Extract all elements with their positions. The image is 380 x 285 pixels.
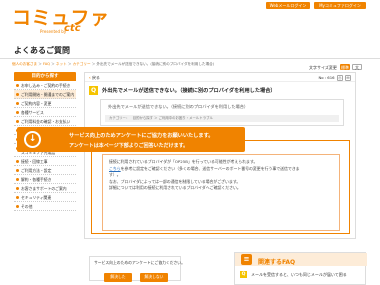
back-link[interactable]: ‹ 戻る xyxy=(89,75,100,81)
sidebar-item-usage[interactable]: ご利用方法・設定 xyxy=(14,166,76,175)
sidebar-item-label: セキュリティ関連 xyxy=(21,195,52,200)
bullet-icon xyxy=(16,169,19,172)
related-faq-item[interactable]: Q メールを受信すると、いつも同じメールが届いて困る xyxy=(240,271,364,283)
bullet-icon xyxy=(16,111,19,114)
sidebar-item-label: お申し込み・ご契約の手続き xyxy=(21,83,71,88)
sidebar-item-billing[interactable]: ご利用料金の確認・お支払い xyxy=(14,117,76,126)
sidebar-item-cancellation[interactable]: 解約・各種手続き xyxy=(14,175,76,184)
sidebar-item-security[interactable]: セキュリティ関連 xyxy=(14,193,76,202)
mail-icon[interactable]: ✉ xyxy=(345,75,351,81)
chevron-left-icon: ‹ xyxy=(89,75,91,80)
sidebar-item-label: 接続・回線工事 xyxy=(21,159,48,164)
bullet-icon xyxy=(16,178,19,181)
related-faq-title: 関連するFAQ xyxy=(258,259,296,266)
sidebar-item-label: 解約・各種手続き xyxy=(21,177,52,182)
panel-toolbar: ‹ 戻る No : 616 ⎙ ✉ xyxy=(85,73,355,82)
survey-line-2: アンケートは本ページ下部よりご回答いただけます。 xyxy=(69,143,189,149)
reference-link[interactable]: こちら xyxy=(109,166,121,171)
breadcrumb: 個人のお客さま ＞ FAQ ＞ ネット ＞ カテゴリー ＞ 外出先でメールが送信… xyxy=(12,62,215,66)
bullet-icon xyxy=(16,120,19,123)
answer-line: なお、プロバイダによっては一部の通信を制限している場合がございます。 xyxy=(109,178,241,184)
logo-presented-by: Presented by xyxy=(40,29,67,34)
page-title: よくあるご質問 xyxy=(14,46,70,55)
breadcrumb-current: 外出先でメールが送信できない。(接続に別のプロバイダを利用した場合) xyxy=(96,62,215,66)
breadcrumb-item[interactable]: 個人のお客さま xyxy=(12,62,37,66)
bullet-icon xyxy=(16,93,19,96)
feedback-prompt: サービス向上のためのアンケートにご協力ください。 xyxy=(94,260,185,265)
sidebar-item-services[interactable]: 各種サービス xyxy=(14,108,76,117)
bullet-icon xyxy=(16,187,19,190)
answer-box: 接続に利用されているプロバイダが「OP25B」を行っている可能性が考えられます。… xyxy=(102,154,340,231)
question-title: 外出先でメールが送信できない。（接続に別のプロバイダを利用した場合） xyxy=(102,88,276,94)
breadcrumb-item[interactable]: FAQ xyxy=(43,62,50,66)
logo-wordmark: コミュファ xyxy=(12,7,110,29)
header-divider xyxy=(0,58,380,59)
sidebar-item-label: ご利用料金の確認・お支払い xyxy=(21,119,71,124)
question-category: カテゴリー： 目的から探す ＞ ご利用中のお困り・メールトラブル xyxy=(105,115,339,122)
answer-line: 接続に利用されているプロバイダが「OP25B」を行っている可能性が考えられます。 xyxy=(109,159,258,164)
sidebar-item-support[interactable]: お客さまサポートのご案内 xyxy=(14,184,76,193)
question-body: 外出先でメールが送信できない。（接続に別のプロバイダを利用した場合） xyxy=(108,104,249,109)
breadcrumb-item[interactable]: ネット xyxy=(56,62,67,66)
survey-banner[interactable]: ↓ サービス向上のためアンケートにご協力をお願いいたします。 アンケートは本ペー… xyxy=(17,127,245,152)
sidebar-item-label: ご契約内容・変更 xyxy=(21,101,52,106)
survey-line-1: サービス向上のためアンケートにご協力をお願いいたします。 xyxy=(69,133,214,139)
sidebar-heading: 目的から探す xyxy=(14,72,76,81)
question-marker-icon: Q xyxy=(89,86,98,95)
answer-line-text: を参考に設定をご確認ください（多くの場合、送信サーバーのポート番号の変更を行う事… xyxy=(120,165,300,171)
bullet-icon xyxy=(16,196,19,199)
font-size-large-button[interactable]: 大 xyxy=(352,64,362,70)
resolved-button[interactable]: 解決した xyxy=(104,273,132,282)
ctc-logo: ctc xyxy=(64,23,81,34)
sidebar-item-label: ご利用開始・開通までのご案内 xyxy=(21,92,75,97)
question-marker-icon: Q xyxy=(240,271,247,278)
bullet-icon xyxy=(16,205,19,208)
related-faq-panel: ≡ 関連するFAQ Q メールを受信すると、いつも同じメールが届いて困る xyxy=(234,252,367,285)
arrow-down-icon: ↓ xyxy=(24,131,41,148)
font-size-normal-button[interactable]: 標準 xyxy=(340,64,350,70)
faq-number: No : 616 xyxy=(318,75,335,80)
answer-block: A 接続に利用されているプロバイダが「OP25B」を行っている可能性が考えられま… xyxy=(91,140,350,234)
bullet-icon xyxy=(16,102,19,105)
faq-detail-panel: ‹ 戻る No : 616 ⎙ ✉ Q 外出先でメールが送信できない。（接続に別… xyxy=(84,72,356,239)
related-faq-header: ≡ 関連するFAQ xyxy=(235,253,367,266)
sidebar-item-application[interactable]: お申し込み・ご契約の手続き xyxy=(14,81,76,90)
print-icon[interactable]: ⎙ xyxy=(336,75,343,81)
my-commufa-login-button[interactable]: Myコミュファログイン xyxy=(314,2,366,9)
sidebar-item-label: ご利用方法・設定 xyxy=(21,168,52,173)
answer-line: 詳細については利用の接続に利用されているプロバイダへご確認ください。 xyxy=(109,185,241,191)
bullet-icon xyxy=(16,84,19,87)
site-header: コミュファ Presented by ctc Webメールログイン Myコミュフ… xyxy=(0,0,380,40)
font-size-label: 文字サイズ変更 xyxy=(309,65,337,70)
related-faq-text: メールを受信すると、いつも同じメールが届いて困る xyxy=(251,272,347,277)
back-label: 戻る xyxy=(91,75,100,80)
answer-line: す）。 xyxy=(109,172,121,178)
sidebar-item-other[interactable]: その他 xyxy=(14,202,76,211)
webmail-login-button[interactable]: Webメールログイン xyxy=(266,2,310,9)
sidebar-item-label: お客さまサポートのご案内 xyxy=(21,186,67,191)
feedback-box: サービス向上のためのアンケートにご協力ください。 解決した 解決しない xyxy=(89,256,185,282)
bullet-icon xyxy=(16,160,19,163)
commufa-logo[interactable]: コミュファ Presented by ctc xyxy=(12,7,110,35)
sidebar-item-getting-started[interactable]: ご利用開始・開通までのご案内 xyxy=(14,90,76,99)
sidebar-item-label: 各種サービス xyxy=(21,110,44,115)
breadcrumb-item[interactable]: カテゴリー xyxy=(73,62,91,66)
answer-line: こちらを参考に設定をご確認ください（多くの場合、送信サーバーのポート番号の変更を… xyxy=(109,166,300,173)
sidebar-item-connection[interactable]: 接続・回線工事 xyxy=(14,157,76,166)
not-resolved-button[interactable]: 解決しない xyxy=(140,273,168,282)
faq-meta: No : 616 ⎙ ✉ xyxy=(318,75,351,81)
answer-text: 接続に利用されているプロバイダが「OP25B」を行っている可能性が考えられます。… xyxy=(109,159,300,192)
document-icon: ≡ xyxy=(241,254,252,265)
sidebar-item-contract[interactable]: ご契約内容・変更 xyxy=(14,99,76,108)
question-box: 外出先でメールが送信できない。（接続に別のプロバイダを利用した場合） カテゴリー… xyxy=(100,99,344,126)
sidebar-item-label: その他 xyxy=(21,204,33,209)
